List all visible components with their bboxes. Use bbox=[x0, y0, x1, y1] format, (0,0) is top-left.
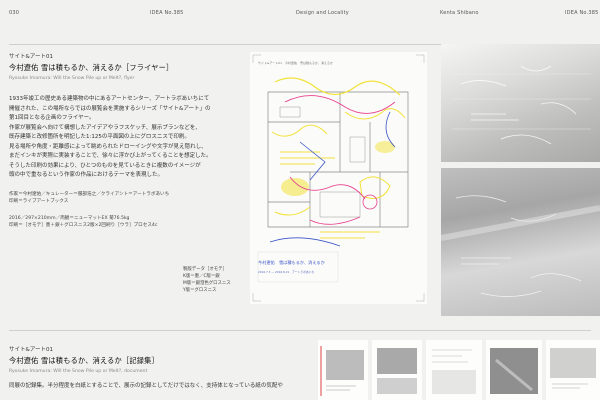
spread-content bbox=[490, 348, 538, 394]
flyer-sheen-photo bbox=[441, 168, 600, 316]
section-divider bbox=[9, 330, 591, 331]
body-line: 同展の記録集。半分程度を白紙とすることで、展示の記録としてだけではなく、支持体と… bbox=[9, 383, 283, 389]
flyer-detail-photo bbox=[441, 44, 600, 162]
body-line: まだインキが実際に実装することで、徐々に浮かび上がってくることを想定した。 bbox=[9, 153, 212, 159]
body-line: 既存建築と改修箇所を明記した1:125の平面図の上にグロスニスで印刷。 bbox=[9, 134, 190, 140]
silver-ink-lines bbox=[441, 195, 600, 297]
issue-label-right: IDEA No.385 bbox=[565, 10, 599, 16]
body-line: 1933年竣工の歴史ある建築物の中にあるアートセンター、アートラボあいちにて bbox=[9, 96, 210, 102]
note-line: M版＝銀澄色グロスニス bbox=[183, 281, 231, 286]
section-title: Design and Locality bbox=[296, 10, 349, 16]
body-line: 作家が展覧会へ向けて構想したアイデアやラフスケッチ、展示プランなどを、 bbox=[9, 124, 201, 131]
document-spread bbox=[546, 340, 600, 400]
body-line: 頭の中で重なるという作家の作品におけるテーマを表現した。 bbox=[9, 172, 164, 178]
body-line: そうした印刷の効果により、ひとつのものを見ているときに複数のイメージが bbox=[9, 162, 201, 169]
article-kicker: サイト&アート01 bbox=[9, 347, 53, 353]
page-header: 030 IDEA No.385 Design and Locality Kent… bbox=[0, 0, 600, 22]
body-line: 見る場所や角度・距離感によって眺められたドローイングや文字が見え隠れし、 bbox=[9, 143, 207, 150]
article-title: 今村遼佑 雪は積もるか、消えるか［フライヤー］ bbox=[9, 63, 174, 72]
document-spread bbox=[372, 340, 422, 400]
article-subtitle: Ryosuke Imamura: Will the Snow Pile up o… bbox=[9, 76, 135, 81]
issue-label-left: IDEA No.385 bbox=[150, 10, 184, 16]
flyer-title: 今村遼佑 雪は積もるか、消えるか bbox=[258, 260, 325, 265]
spread-content bbox=[550, 348, 596, 389]
article-body: 同展の記録集。半分程度を白紙とすることで、展示の記録としてだけではなく、支持体と… bbox=[9, 382, 283, 392]
article-body: 1933年竣工の歴史ある建築物の中にあるアートセンター、アートラボあいちにて 開… bbox=[9, 95, 231, 181]
spec-line: 印刷＝［オモテ］墨＋銀＋グロスニス2版×2回刷り［ウラ］プロセス4c bbox=[9, 222, 158, 228]
spec-line: 2016／297×210mm／両観＝ニューマットEX 菊76.5kg bbox=[9, 215, 130, 221]
body-line: 開催された、この場所ならではの展覧会を実施するシリーズ「サイト&アート」の bbox=[9, 105, 211, 112]
document-spread bbox=[486, 340, 542, 400]
credit-line: 作家＝今村遼佑／キュレーター＝服部浩之／クライアント＝アートラボあいち bbox=[9, 191, 170, 197]
document-spread bbox=[426, 340, 482, 400]
spread-content bbox=[432, 349, 476, 394]
gloss-ink-lines bbox=[451, 65, 591, 145]
author-name: Kenta Shibano bbox=[440, 10, 479, 16]
spread-content bbox=[377, 348, 417, 394]
plate-notes: 製版データ［オモテ］ K版＝墨／C版＝銀 M版＝銀澄色グロスニス Y版＝グロスニ… bbox=[183, 266, 231, 294]
page-number: 030 bbox=[9, 10, 20, 16]
flyer-image: サイト&アート01 今村遼佑 雪は積もるか、消えるか 今村遼佑 雪は積もるか、消… bbox=[250, 52, 427, 304]
article-subtitle: Ryosuke Imamura: Will the Snow Pile up o… bbox=[9, 369, 148, 374]
article-specs: 2016／297×210mm／両観＝ニューマットEX 菊76.5kg 印刷＝［オ… bbox=[9, 215, 229, 229]
article-title: 今村遼佑 雪は積もるか、消えるか［記録集］ bbox=[9, 356, 159, 365]
body-line: 第1回目となる企画のフライヤー。 bbox=[9, 115, 95, 121]
article-credits: 作家＝今村遼佑／キュレーター＝服部浩之／クライアント＝アートラボあいち 印刷＝ラ… bbox=[9, 191, 229, 205]
note-line: Y版＝グロスニス bbox=[183, 288, 217, 293]
article-kicker: サイト&アート01 bbox=[9, 54, 53, 60]
document-spread bbox=[318, 340, 368, 400]
flyer-subtitle: 2016.7.3 — 2016.8.21 アートラボあいち bbox=[258, 270, 315, 274]
flyer-artwork bbox=[252, 54, 425, 302]
note-line: K版＝墨／C版＝銀 bbox=[183, 274, 220, 279]
article-document: サイト&アート01 今村遼佑 雪は積もるか、消えるか［記録集］ Ryosuke … bbox=[9, 345, 283, 392]
flyer-header-text: サイト&アート01 今村遼佑 雪は積もるか、消えるか bbox=[258, 61, 333, 65]
note-line: 製版データ［オモテ］ bbox=[183, 267, 227, 272]
credit-line: 印刷＝ライブアートブックス bbox=[9, 198, 69, 204]
article-flyer: サイト&アート01 今村遼佑 雪は積もるか、消えるか［フライヤー］ Ryosuk… bbox=[9, 52, 229, 229]
spread-content bbox=[320, 346, 364, 396]
